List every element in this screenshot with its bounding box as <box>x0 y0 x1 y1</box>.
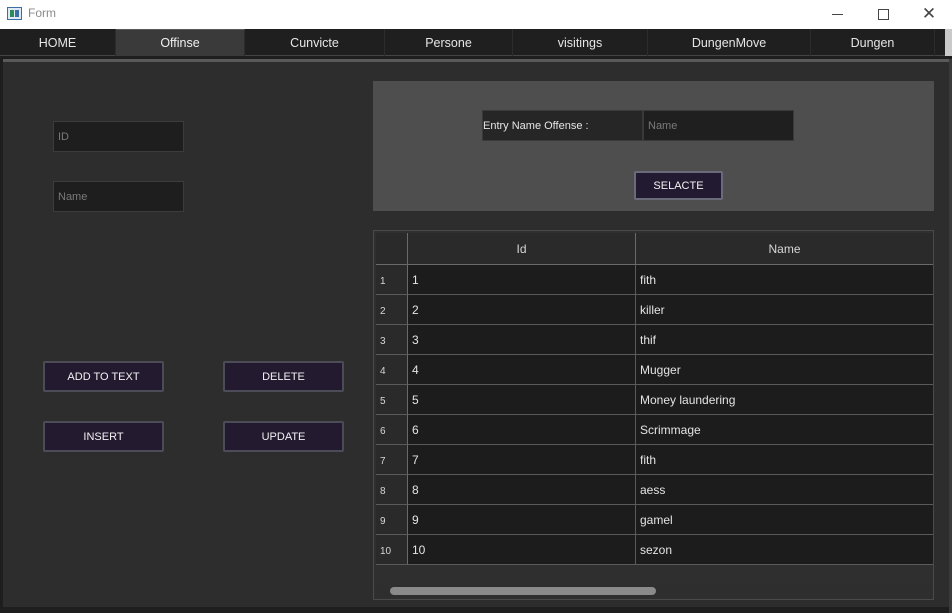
add-to-text-button[interactable]: ADD TO TEXT <box>43 361 164 392</box>
tab-offinse[interactable]: Offinse <box>116 29 245 56</box>
cell-id[interactable]: 9 <box>408 505 636 535</box>
table-row[interactable]: 2 2 killer <box>376 295 933 325</box>
cell-id[interactable]: 2 <box>408 295 636 325</box>
row-header[interactable]: 4 <box>376 355 408 385</box>
cell-name[interactable]: Mugger <box>636 355 933 385</box>
row-header[interactable]: 9 <box>376 505 408 535</box>
cell-name[interactable]: Money laundering <box>636 385 933 415</box>
row-header[interactable]: 5 <box>376 385 408 415</box>
delete-button[interactable]: DELETE <box>223 361 344 392</box>
tab-scroll-handle[interactable] <box>945 29 952 56</box>
search-label: Entry Name Offense : <box>482 110 643 141</box>
horizontal-scrollbar[interactable] <box>376 585 933 597</box>
search-name-input[interactable] <box>643 110 794 141</box>
tab-persone[interactable]: Persone <box>385 29 513 56</box>
cell-name[interactable]: gamel <box>636 505 933 535</box>
cell-id[interactable]: 1 <box>408 265 636 295</box>
tab-visitings[interactable]: visitings <box>513 29 648 56</box>
cell-id[interactable]: 5 <box>408 385 636 415</box>
tab-dungen[interactable]: Dungen <box>811 29 935 56</box>
search-panel: Entry Name Offense : SELACTE <box>373 81 934 211</box>
cell-name[interactable]: fith <box>636 265 933 295</box>
row-header[interactable]: 10 <box>376 535 408 565</box>
cell-name[interactable]: thif <box>636 325 933 355</box>
table-row[interactable]: 5 5 Money laundering <box>376 385 933 415</box>
table-row[interactable]: 10 10 sezon <box>376 535 933 565</box>
row-header[interactable]: 2 <box>376 295 408 325</box>
table-row[interactable]: 6 6 Scrimmage <box>376 415 933 445</box>
cell-id[interactable]: 4 <box>408 355 636 385</box>
row-header[interactable]: 8 <box>376 475 408 505</box>
column-header-name[interactable]: Name <box>636 233 933 265</box>
selacte-button[interactable]: SELACTE <box>634 171 723 200</box>
minimize-button[interactable] <box>814 0 860 29</box>
scrollbar-thumb[interactable] <box>390 587 656 595</box>
cell-name[interactable]: sezon <box>636 535 933 565</box>
table-body: 1 1 fith 2 2 killer 3 3 thif 4 4 Mugger … <box>376 265 933 565</box>
insert-button[interactable]: INSERT <box>43 421 164 452</box>
name-field[interactable] <box>53 181 184 212</box>
tab-bar: HOME Offinse Cunvicte Persone visitings … <box>0 29 952 56</box>
table-corner[interactable] <box>376 233 408 265</box>
table-row[interactable]: 9 9 gamel <box>376 505 933 535</box>
table-row[interactable]: 7 7 fith <box>376 445 933 475</box>
tab-dungenmove[interactable]: DungenMove <box>648 29 811 56</box>
cell-name[interactable]: Scrimmage <box>636 415 933 445</box>
cell-id[interactable]: 8 <box>408 475 636 505</box>
row-header[interactable]: 6 <box>376 415 408 445</box>
cell-name[interactable]: aess <box>636 475 933 505</box>
title-bar: Form ✕ <box>0 0 952 29</box>
minimize-icon <box>831 14 843 15</box>
row-header[interactable]: 7 <box>376 445 408 475</box>
table-row[interactable]: 8 8 aess <box>376 475 933 505</box>
cell-id[interactable]: 10 <box>408 535 636 565</box>
table-row[interactable]: 3 3 thif <box>376 325 933 355</box>
close-button[interactable]: ✕ <box>906 0 952 29</box>
update-button[interactable]: UPDATE <box>223 421 344 452</box>
cell-name[interactable]: fith <box>636 445 933 475</box>
row-header[interactable]: 3 <box>376 325 408 355</box>
row-header[interactable]: 1 <box>376 265 408 295</box>
offense-table: Id Name 1 1 fith 2 2 killer 3 3 thif 4 4… <box>373 230 934 600</box>
id-field[interactable] <box>53 121 184 152</box>
window-title: Form <box>28 6 56 20</box>
column-header-id[interactable]: Id <box>408 233 636 265</box>
close-icon: ✕ <box>921 4 937 24</box>
table-row[interactable]: 4 4 Mugger <box>376 355 933 385</box>
maximize-icon <box>877 9 889 20</box>
cell-id[interactable]: 7 <box>408 445 636 475</box>
table-row[interactable]: 1 1 fith <box>376 265 933 295</box>
tab-home[interactable]: HOME <box>0 29 116 56</box>
cell-id[interactable]: 6 <box>408 415 636 445</box>
cell-id[interactable]: 3 <box>408 325 636 355</box>
tab-cunvicte[interactable]: Cunvicte <box>245 29 385 56</box>
maximize-button[interactable] <box>860 0 906 29</box>
cell-name[interactable]: killer <box>636 295 933 325</box>
app-icon <box>7 7 22 20</box>
